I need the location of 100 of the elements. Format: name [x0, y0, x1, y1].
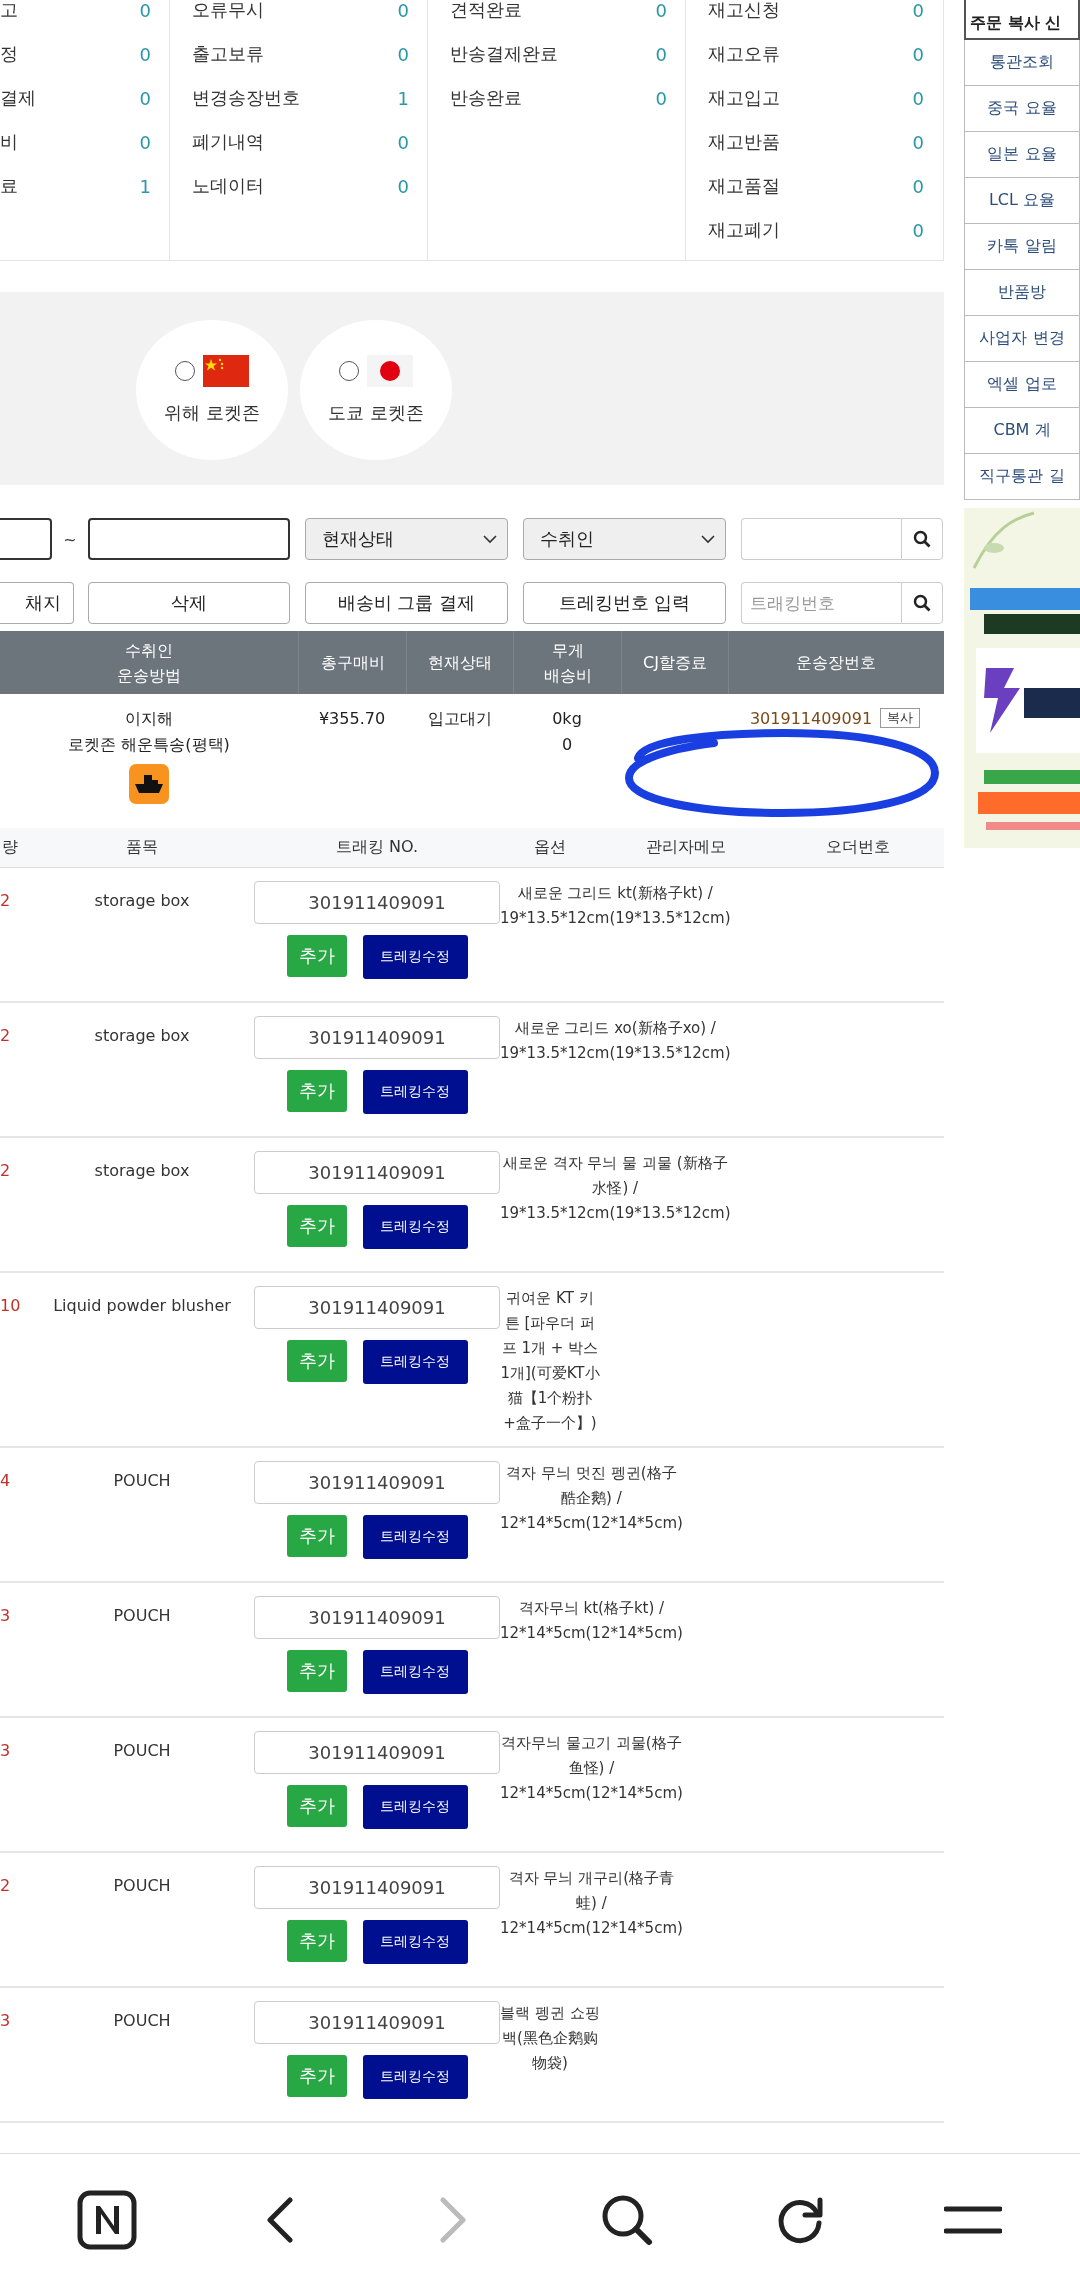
stat-label: 정 — [0, 42, 18, 66]
option-text: 블랙 펭귄 쇼핑백(黑色企鹅购物袋) — [500, 2003, 600, 2074]
edit-tracking-button[interactable]: 트레킹수정 — [362, 1205, 468, 1249]
status-select[interactable]: 현재상태 — [305, 518, 508, 560]
menu-icon — [944, 2204, 1003, 2235]
item-name: POUCH — [112, 1470, 172, 1490]
stat-count: 0 — [397, 175, 409, 197]
column-header: 현재상태 — [428, 652, 492, 674]
edit-tracking-button[interactable]: 트레킹수정 — [362, 1650, 468, 1694]
tracking-field[interactable]: 301911409091 — [254, 881, 500, 924]
flag-icon — [203, 355, 249, 387]
option-text: 새로운 그리드 kt(新格子kt) / 19*13.5*12cm(19*13.5*12cm) — [500, 883, 731, 929]
quantity: 2 — [0, 1160, 12, 1180]
item-name: storage box — [93, 1025, 191, 1045]
option-text: 격자무늬 kt(格子kt) / 12*14*5cm(12*14*5cm) — [500, 1598, 683, 1644]
table-cell: 0 — [561, 734, 573, 756]
tracking-field[interactable]: 301911409091 — [254, 1461, 500, 1504]
column-header: 운송장번호 — [795, 652, 876, 674]
action-button[interactable]: 채지 — [0, 582, 74, 624]
action-button[interactable]: 트레킹번호 입력 — [523, 582, 726, 624]
stat-label: 비 — [0, 130, 18, 154]
option-text: 새로운 그리드 xo(新格子xo) / 19*13.5*12cm(19*13.5*12cm) — [500, 1018, 731, 1064]
search-button[interactable] — [901, 582, 943, 624]
tracking-search-field[interactable]: 트래킹번호 — [741, 582, 901, 624]
stat-label: 재고오류 — [708, 42, 780, 66]
tracking-field[interactable]: 301911409091 — [254, 1731, 500, 1774]
stat-count: 0 — [912, 175, 924, 197]
table-cell: 입고대기 — [427, 708, 492, 730]
edit-tracking-button[interactable]: 트레킹수정 — [362, 1340, 468, 1384]
stat-label: 재고폐기 — [708, 218, 780, 242]
search-icon — [913, 530, 931, 548]
stat-count: 0 — [139, 131, 151, 153]
sidebar-link[interactable]: 카톡 알림 — [964, 224, 1080, 270]
zone-option[interactable]: 도쿄 로켓존 — [300, 320, 452, 460]
sidebar-link[interactable]: 엑셀 업로 — [964, 362, 1080, 408]
stat-count: 0 — [655, 0, 667, 21]
action-button[interactable]: 삭제 — [88, 582, 290, 624]
column-header: 운송방법 — [117, 664, 181, 687]
tracking-field[interactable]: 301911409091 — [254, 1286, 500, 1329]
stat-count: 0 — [655, 87, 667, 109]
waybill-link[interactable]: 301911409091 — [749, 708, 873, 728]
edit-tracking-button[interactable]: 트레킹수정 — [362, 1920, 468, 1964]
sidebar-link[interactable]: 사업자 변경 — [964, 316, 1080, 362]
edit-tracking-button[interactable]: 트레킹수정 — [362, 935, 468, 979]
sidebar-link[interactable]: 통관조회 — [964, 40, 1080, 86]
sidebar-link[interactable]: 중국 요율 — [964, 86, 1080, 132]
sidebar-link[interactable]: 직구통관 길 — [964, 454, 1080, 500]
stat-count: 0 — [139, 0, 151, 21]
column-header: 품목 — [125, 837, 159, 858]
edit-tracking-button[interactable]: 트레킹수정 — [362, 1070, 468, 1114]
sidebar-link[interactable]: CBM 계 — [964, 408, 1080, 454]
table-cell: ¥355.70 — [318, 708, 386, 730]
tracking-field[interactable]: 301911409091 — [254, 1596, 500, 1639]
sidebar-link[interactable]: 반품방 — [964, 270, 1080, 316]
option-text: 격자 무늬 개구리(格子青蛙) / 12*14*5cm(12*14*5cm) — [500, 1868, 683, 1939]
radio-button[interactable] — [175, 361, 195, 381]
action-button[interactable]: 배송비 그룹 결제 — [305, 582, 508, 624]
stat-label: 노데이터 — [192, 174, 264, 198]
copy-button[interactable]: 복사 — [880, 708, 921, 728]
stat-label: 반송결제완료 — [450, 42, 558, 66]
chevron-down-icon — [483, 534, 497, 544]
quantity: 4 — [0, 1470, 12, 1490]
tracking-field[interactable]: 301911409091 — [254, 2001, 500, 2044]
stat-count: 0 — [139, 87, 151, 109]
search-button[interactable] — [901, 518, 943, 560]
tracking-field[interactable]: 301911409091 — [254, 1016, 500, 1059]
range-separator: ~ — [62, 529, 78, 549]
zone-option[interactable]: 위해 로켓존 — [136, 320, 288, 460]
tracking-field[interactable]: 301911409091 — [254, 1866, 500, 1909]
sidebar-link[interactable]: LCL 요율 — [964, 178, 1080, 224]
item-name: storage box — [93, 890, 191, 910]
quantity: 2 — [0, 1025, 12, 1045]
item-name: POUCH — [112, 1875, 172, 1895]
edit-tracking-button[interactable]: 트레킹수정 — [362, 2055, 468, 2099]
stat-count: 0 — [655, 43, 667, 65]
stat-count: 1 — [139, 175, 151, 197]
stat-count: 0 — [912, 0, 924, 21]
tracking-field[interactable]: 301911409091 — [254, 1151, 500, 1194]
search-field[interactable] — [741, 518, 901, 560]
date-field[interactable] — [88, 518, 290, 560]
edit-tracking-button[interactable]: 트레킹수정 — [362, 1515, 468, 1559]
app-logo-icon — [76, 2189, 137, 2250]
sidebar-link[interactable]: 일본 요율 — [964, 132, 1080, 178]
stat-label: 료 — [0, 174, 18, 198]
stat-count: 0 — [397, 131, 409, 153]
stat-count: 0 — [397, 43, 409, 65]
option-text: 새로운 격자 무늬 물 괴물 (新格子水怪) / 19*13.5*12cm(19*13.5*12cm) — [500, 1153, 731, 1224]
shipping-method: 로켓존 해운특송(평택) — [68, 734, 230, 756]
radio-button[interactable] — [339, 361, 359, 381]
recipient-select[interactable]: 수취인 — [523, 518, 726, 560]
edit-tracking-button[interactable]: 트레킹수정 — [362, 1785, 468, 1829]
column-header: CJ할증료 — [643, 652, 707, 674]
chevron-down-icon — [701, 534, 715, 544]
date-field[interactable] — [0, 518, 52, 560]
stat-label: 결제 — [0, 86, 36, 110]
quantity: 2 — [0, 1875, 12, 1895]
stat-count: 1 — [397, 87, 409, 109]
column-header: 수취인 — [125, 639, 173, 662]
item-name: POUCH — [112, 1740, 172, 1760]
option-text: 귀여운 KT 키튼 [파우더 퍼프 1개 + 박스 1개](可爱KT小猫【1个粉扑+盒子一个】) — [500, 1288, 600, 1434]
